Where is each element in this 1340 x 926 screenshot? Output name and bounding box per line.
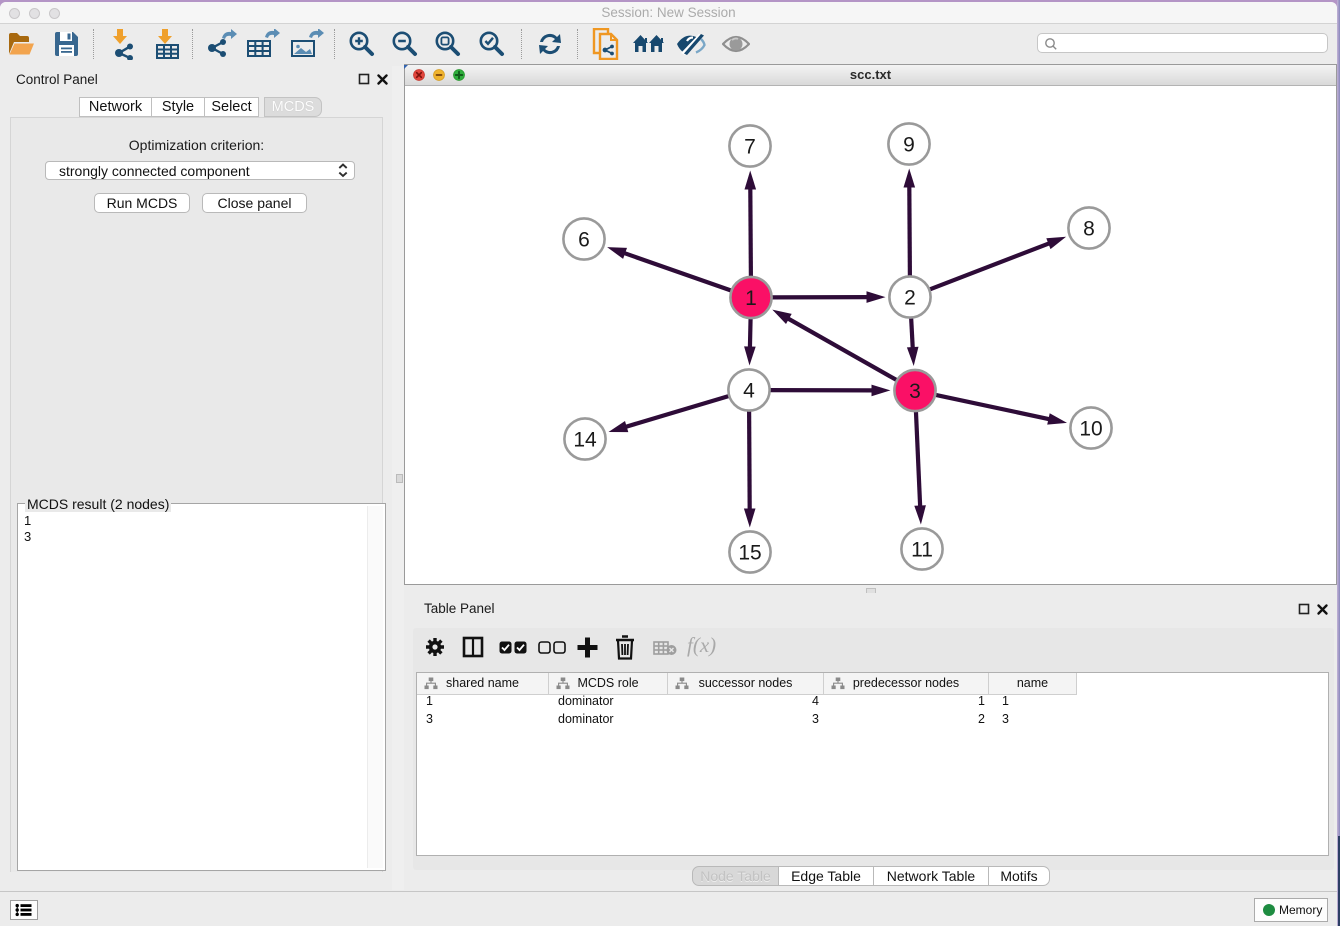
svg-text:6: 6: [578, 229, 590, 252]
svg-text:9: 9: [903, 134, 915, 157]
svg-text:7: 7: [744, 136, 756, 159]
svg-text:4: 4: [743, 380, 755, 403]
svg-text:10: 10: [1079, 418, 1102, 441]
svg-text:14: 14: [573, 429, 597, 452]
svg-text:15: 15: [738, 542, 761, 565]
svg-text:3: 3: [909, 380, 921, 403]
svg-text:1: 1: [745, 287, 757, 310]
svg-text:11: 11: [911, 539, 933, 562]
svg-text:2: 2: [904, 287, 916, 310]
svg-text:8: 8: [1083, 218, 1095, 241]
